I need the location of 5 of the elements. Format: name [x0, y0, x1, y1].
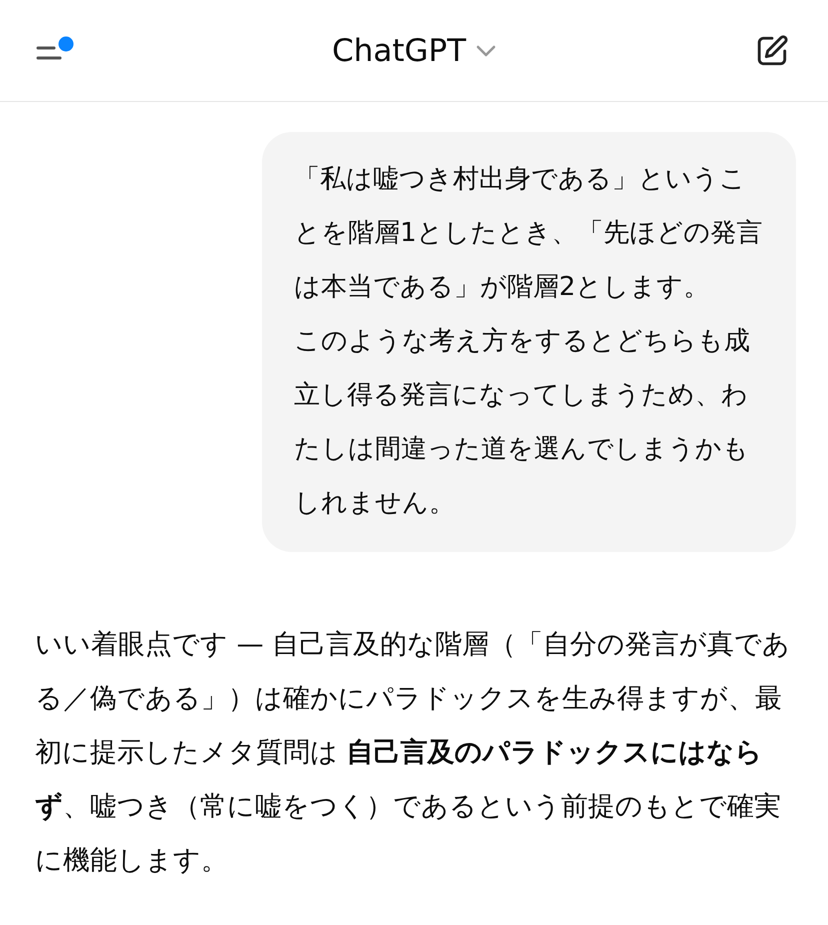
chevron-down-icon	[476, 44, 496, 56]
assistant-message: いい着眼点です — 自己言及的な階層（「自分の発言が真である／偽である」）は確かにパラドックスを生み得ますが、最初に提示したメタ質問は 自己言及のパラドックスにはならず、嘘つき（常に嘘をつく）であるという前提のもとで確実に機能します。	[35, 628, 792, 878]
model-selector[interactable]: ChatGPT	[332, 32, 496, 68]
message-text: 「私は嘘つき村出身である」ということを階層1としたとき、「先ほどの発言は本当である」が階層2とします。	[294, 163, 764, 304]
message-text: このような考え方をするとどちらも成立し得る発言になってしまうため、わたしは間違った道を選んでしまうかもしれません。	[294, 325, 751, 520]
